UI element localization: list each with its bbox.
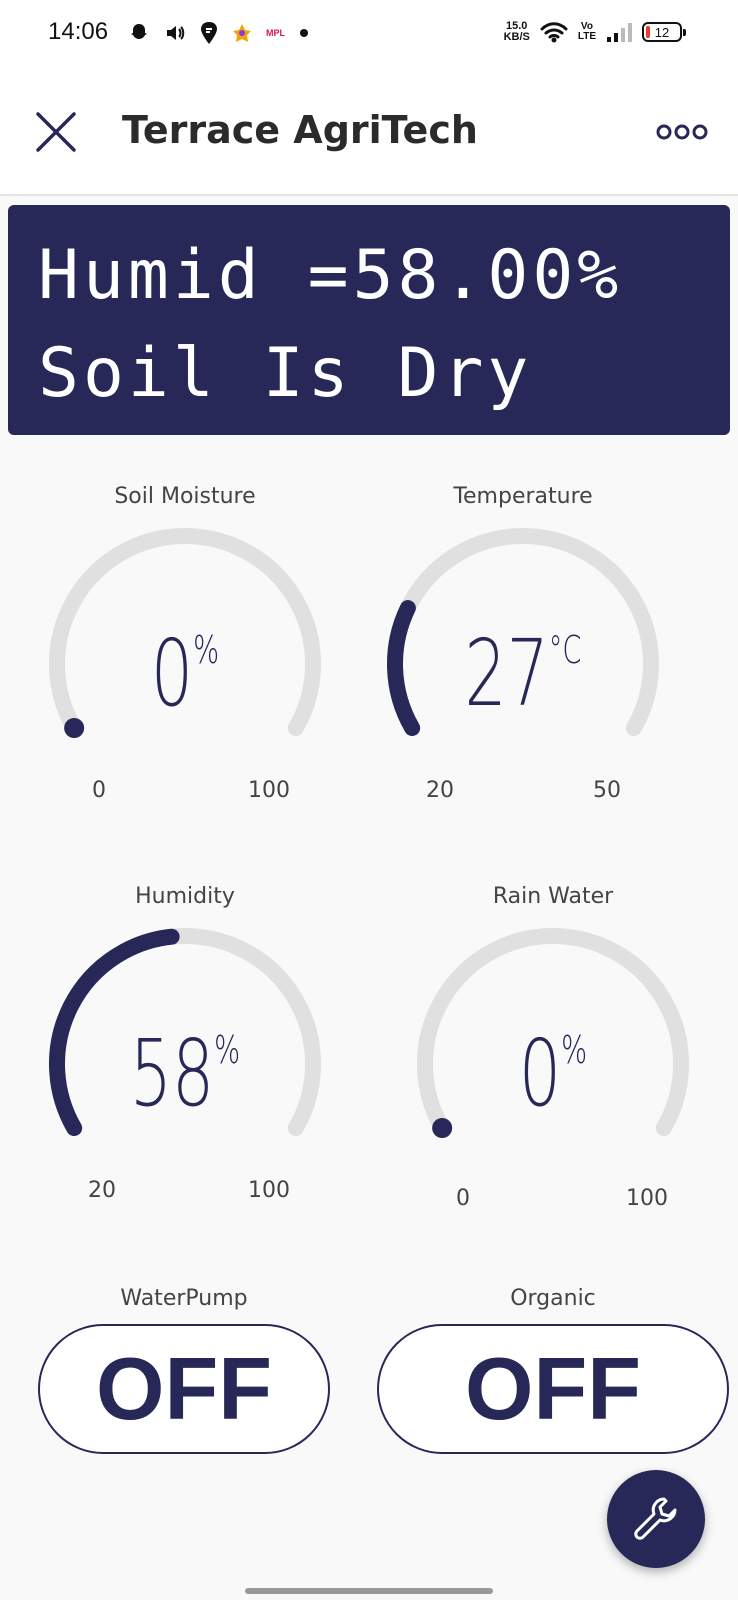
dot-icon (300, 29, 308, 37)
swiggy-icon (201, 22, 217, 44)
gauge-unit: % (214, 1028, 241, 1072)
status-time: 14:06 (48, 18, 109, 45)
gauge-rain-water: Rain Water 0% 0 100 (398, 884, 708, 1211)
lcd-display: Humid =58.00% Soil Is Dry (8, 205, 730, 435)
gauge-value: 27°C (411, 620, 634, 727)
mpl-icon: MPL (266, 28, 285, 38)
switch-state: OFF (465, 1339, 641, 1438)
gauge-number: 58 (129, 1020, 215, 1127)
gauge-value: 0% (73, 620, 296, 727)
gauge-min: 20 (88, 1178, 116, 1203)
gauge-unit: °C (548, 628, 582, 672)
gauge-min: 0 (456, 1186, 470, 1211)
gauge-max: 100 (248, 778, 290, 803)
star-app-icon (233, 24, 251, 42)
switch-organic: Organic OFF (377, 1286, 729, 1456)
net-speed: 15.0 KB/S (504, 21, 530, 43)
wrench-icon (634, 1497, 677, 1540)
app-title: Terrace AgriTech (122, 108, 478, 152)
more-button[interactable] (656, 120, 708, 144)
gauge-max: 100 (626, 1186, 668, 1211)
app-bar: Terrace AgriTech (0, 66, 738, 196)
gauge-min: 20 (426, 778, 454, 803)
settings-fab-button[interactable] (607, 1470, 705, 1568)
organic-toggle-button[interactable]: OFF (377, 1324, 729, 1454)
status-icons-right: 15.0 KB/S Vo LTE 12 (504, 16, 686, 48)
home-indicator[interactable] (245, 1588, 493, 1594)
volume-icon (167, 26, 185, 40)
switch-waterpump: WaterPump OFF (38, 1286, 330, 1456)
status-icons-left: MPL (128, 20, 309, 46)
gauge-value: 58% (73, 1020, 296, 1127)
wifi-icon (540, 22, 568, 43)
snapchat-icon (131, 24, 147, 39)
gauge-unit: % (561, 1028, 588, 1072)
gauge-number: 27 (464, 620, 549, 727)
battery-icon: 12 (642, 22, 686, 42)
net-speed-unit: KB/S (503, 31, 530, 43)
gauge-number: 0 (518, 1020, 562, 1127)
gauge-humidity: Humidity 58% 20 100 (30, 884, 340, 1204)
gauge-max: 100 (248, 1178, 290, 1203)
switch-label: Organic (510, 1286, 596, 1311)
gauge-min: 0 (92, 778, 106, 803)
gauge-fill (387, 600, 421, 736)
lcd-line-2: Soil Is Dry (38, 334, 533, 413)
gauge-max: 50 (593, 778, 621, 803)
waterpump-toggle-button[interactable]: OFF (38, 1324, 330, 1454)
gauge-soil-moisture: Soil Moisture 0% 0 100 (30, 484, 340, 804)
volte-bottom: LTE (577, 31, 596, 42)
gauge-value: 0% (441, 1020, 664, 1127)
close-icon (36, 112, 76, 152)
gauge-unit: % (193, 628, 220, 672)
gauge-temperature: Temperature 27°C 20 50 (368, 484, 678, 804)
switch-label: WaterPump (120, 1286, 248, 1311)
signal-icon (607, 23, 632, 42)
switch-state: OFF (96, 1339, 272, 1438)
more-dots-icon (656, 124, 708, 140)
lcd-line-1: Humid =58.00% (38, 236, 623, 315)
gauge-number: 0 (150, 620, 194, 727)
volte-icon: Vo LTE (578, 22, 596, 42)
close-button[interactable] (30, 106, 82, 158)
status-bar: 14:06 MPL 15.0 KB/S Vo LTE 12 (0, 0, 738, 66)
